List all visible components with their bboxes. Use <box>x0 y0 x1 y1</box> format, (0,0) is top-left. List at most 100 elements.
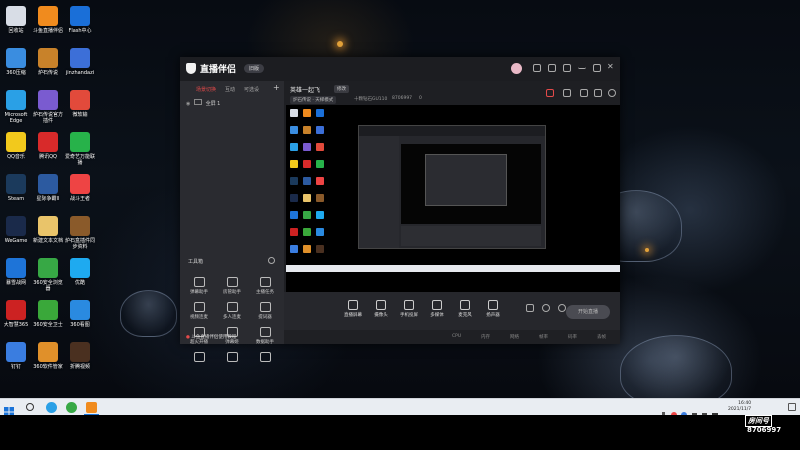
tutorial-link[interactable]: ● 斗鱼直播伴侣使用教程 <box>186 334 236 340</box>
notice-icon: ● <box>186 335 190 340</box>
category-badge[interactable]: 炉石传说 · 天梯模式 <box>290 96 337 104</box>
skin-icon[interactable] <box>548 64 556 72</box>
browser-taskbar-icon[interactable] <box>66 402 77 413</box>
tab-scene[interactable]: 场景切换 <box>196 86 216 93</box>
toolbox-item[interactable]: 弹幕助手 <box>184 277 214 295</box>
source-button[interactable]: 摄像头 <box>366 300 396 318</box>
share-icon[interactable] <box>608 89 616 97</box>
preview-hearthstone-icon <box>303 126 311 134</box>
record-icon[interactable] <box>580 89 588 97</box>
video-desktop-icon[interactable]: 折腾视频 <box>55 342 105 370</box>
stream-preview[interactable] <box>286 105 620 292</box>
taskbar-clock[interactable]: 16:40 2021/11/7 <box>728 401 751 413</box>
preview-text-doc-icon <box>303 194 311 202</box>
minimize-icon[interactable] <box>578 64 586 69</box>
source-label: 直播屏幕 <box>344 313 362 318</box>
youku-desktop-icon[interactable]: 优酷 <box>55 258 105 286</box>
typing-app-desktop-icon[interactable]: jinzhandazi <box>55 48 105 76</box>
toolbox-item[interactable]: 提词器 <box>250 302 280 320</box>
beauty-icon[interactable] <box>542 304 550 312</box>
tool-icon <box>226 352 238 362</box>
preview-typing-app-icon <box>316 126 324 134</box>
windows-start-icon[interactable] <box>4 402 14 417</box>
tool-label: 多人连麦 <box>223 315 241 320</box>
sidebar: 场景切换 互动 可选设 + ◉ 全屏 1 工具箱 弹幕助手 房管助手 主播任务 视频连… <box>180 81 284 362</box>
gear-icon[interactable] <box>558 304 566 312</box>
edge-taskbar-icon[interactable] <box>46 402 57 413</box>
gift-icon[interactable] <box>546 89 554 97</box>
toolbox-item[interactable] <box>217 352 247 364</box>
toolbox-item[interactable]: 主播任务 <box>250 277 280 295</box>
stream-bottom-band <box>0 415 800 450</box>
notification-center-icon[interactable] <box>788 403 796 411</box>
source-icon <box>488 300 498 310</box>
ime-icon <box>70 90 90 110</box>
camera-small-icon[interactable] <box>526 304 534 312</box>
maximize-icon[interactable] <box>593 64 601 72</box>
preview-360image-icon <box>316 228 324 236</box>
system-tray[interactable] <box>660 404 720 418</box>
tab-options[interactable]: 可选设 <box>244 86 259 93</box>
preview-edge-icon <box>290 143 298 151</box>
viewer-count: 0 <box>419 96 422 101</box>
preview-battle-app-icon <box>316 177 324 185</box>
tool-icon <box>259 277 271 287</box>
preview-360browser-icon <box>303 211 311 219</box>
toolbox-settings-icon[interactable] <box>268 257 275 264</box>
search-icon[interactable] <box>26 403 34 411</box>
eye-icon[interactable]: ◉ <box>186 101 190 107</box>
tool-label: 数据助手 <box>256 340 274 345</box>
room-id: 十颗钻石GU110 <box>354 97 388 102</box>
360image-desktop-icon[interactable]: 360看图 <box>55 300 105 328</box>
toolbox-item[interactable] <box>184 352 214 364</box>
source-label: 扬声器 <box>486 313 500 318</box>
jellyfish-decoration <box>620 335 732 398</box>
settings-icon[interactable] <box>563 64 571 72</box>
tool-icon <box>226 277 238 287</box>
add-scene-icon[interactable]: + <box>273 83 280 92</box>
tool-label: 弹幕助手 <box>190 290 208 295</box>
douyu-taskbar-icon[interactable] <box>86 402 97 413</box>
scene-item[interactable]: ◉ 全屏 1 <box>186 99 220 107</box>
battle-app-icon <box>70 174 90 194</box>
source-button[interactable]: 直播屏幕 <box>338 300 368 318</box>
battle-app-desktop-icon[interactable]: 战斗王者 <box>55 174 105 202</box>
tool-label: 主播任务 <box>256 290 274 295</box>
source-button[interactable]: 手机投屏 <box>394 300 424 318</box>
toolbox-item[interactable]: 多人连麦 <box>217 302 247 320</box>
room-title[interactable]: 英雄一起飞 <box>290 85 320 94</box>
flash-center-icon <box>70 6 90 26</box>
desktop-icon-label: 360看图 <box>70 322 90 328</box>
tool-icon <box>193 277 205 287</box>
nested-bottombar <box>401 226 541 246</box>
version-badge[interactable]: 旧版 <box>244 64 265 73</box>
close-icon[interactable]: ✕ <box>607 62 614 71</box>
message-icon[interactable] <box>533 64 541 72</box>
tool-icon <box>193 352 205 362</box>
toolbox-item[interactable]: 房管助手 <box>217 277 247 295</box>
tab-interact[interactable]: 互动 <box>225 86 235 93</box>
preview-dzh-icon <box>290 228 298 236</box>
toolbox-item[interactable]: 视频连麦 <box>184 302 214 320</box>
preview-iqiyi-icon <box>316 160 324 168</box>
notification-icon[interactable] <box>594 89 602 97</box>
windows-taskbar: 16:40 2021/11/7 <box>0 398 800 418</box>
toolbox-item[interactable]: 数据助手 <box>250 327 280 345</box>
start-live-button[interactable]: 开始直播 <box>566 305 610 319</box>
tool-label: 提词器 <box>258 315 272 320</box>
user-avatar[interactable] <box>511 63 522 74</box>
edit-title-button[interactable]: 修改 <box>334 85 349 93</box>
ime-desktop-icon[interactable]: 微软输 <box>55 90 105 118</box>
source-button[interactable]: 扬声器 <box>478 300 508 318</box>
360image-icon <box>70 300 90 320</box>
room-number-overlay: 8706997 <box>747 426 782 434</box>
nested-sidebar <box>359 136 399 248</box>
preview-douyu-companion-icon <box>303 109 311 117</box>
lock-icon[interactable] <box>563 89 571 97</box>
toolbox-item[interactable] <box>250 352 280 364</box>
iqiyi-desktop-icon[interactable]: 爱奇艺万能联 播 <box>55 132 105 166</box>
hs-box-desktop-icon[interactable]: 炉石盒插件同 步资料 <box>55 216 105 250</box>
flash-center-desktop-icon[interactable]: Flash中心 <box>55 6 105 34</box>
source-button[interactable]: 多媒体 <box>422 300 452 318</box>
source-button[interactable]: 麦克风 <box>450 300 480 318</box>
